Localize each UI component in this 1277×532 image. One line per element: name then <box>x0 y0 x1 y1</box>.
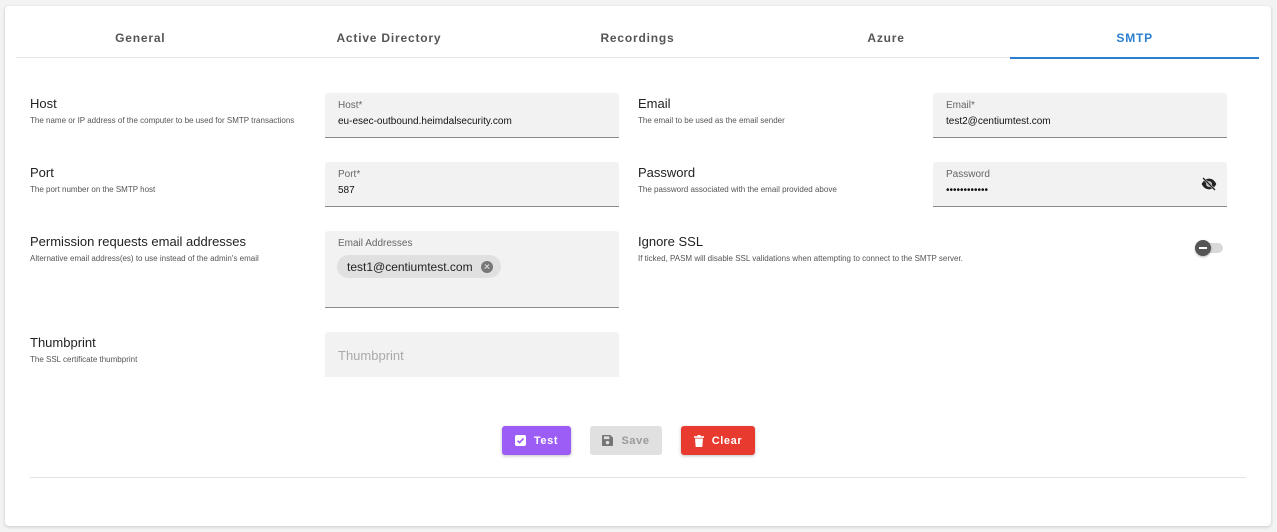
test-button[interactable]: Test <box>502 426 571 455</box>
chip-remove-icon[interactable] <box>480 260 493 273</box>
toggle-knob <box>1195 240 1211 256</box>
email-input[interactable]: test2@centiumtest.com <box>946 116 1051 127</box>
trash-icon <box>693 434 704 447</box>
clear-button-label: Clear <box>711 434 743 447</box>
save-button[interactable]: Save <box>590 426 662 455</box>
ignore-ssl-toggle[interactable] <box>1195 240 1225 256</box>
host-description: The name or IP address of the computer t… <box>30 116 295 125</box>
check-box-icon <box>514 435 526 446</box>
tab-recordings[interactable]: Recordings <box>513 18 762 58</box>
port-field[interactable]: Port* 587 <box>325 162 619 207</box>
port-description: The port number on the SMTP host <box>30 185 156 194</box>
permission-description: Alternative email address(es) to use ins… <box>30 254 259 263</box>
password-label-group: Password The password associated with th… <box>638 165 928 196</box>
thumbprint-input[interactable]: Thumbprint <box>338 348 404 363</box>
email-description: The email to be used as the email sender <box>638 116 785 125</box>
password-field[interactable]: Password •••••••••••• <box>933 162 1227 207</box>
thumbprint-title: Thumbprint <box>30 335 96 350</box>
save-button-label: Save <box>621 434 650 447</box>
email-title: Email <box>638 96 671 111</box>
port-field-label: Port* <box>338 169 361 180</box>
email-field-label: Email* <box>946 100 975 111</box>
thumbprint-field[interactable]: Thumbprint <box>325 332 619 377</box>
host-label-group: Host The name or IP address of the compu… <box>30 96 300 127</box>
ignore-ssl-title: Ignore SSL <box>638 234 704 249</box>
test-button-label: Test <box>533 434 559 447</box>
email-chip-label: test1@centiumtest.com <box>347 259 473 274</box>
tab-general[interactable]: General <box>16 18 265 58</box>
password-input[interactable]: •••••••••••• <box>946 185 988 196</box>
host-title: Host <box>30 96 57 111</box>
port-label-group: Port The port number on the SMTP host <box>30 165 300 196</box>
tab-smtp[interactable]: SMTP <box>1010 18 1259 59</box>
footer-divider <box>30 477 1246 478</box>
host-input[interactable]: eu-esec-outbound.heimdalsecurity.com <box>338 116 512 127</box>
port-title: Port <box>30 165 54 180</box>
email-addresses-field-label: Email Addresses <box>338 238 413 249</box>
email-field[interactable]: Email* test2@centiumtest.com <box>933 93 1227 138</box>
ignore-ssl-label-group: Ignore SSL If ticked, PASM will disable … <box>638 234 1058 265</box>
clear-button[interactable]: Clear <box>681 426 755 455</box>
email-label-group: Email The email to be used as the email … <box>638 96 908 127</box>
ignore-ssl-description: If ticked, PASM will disable SSL validat… <box>638 254 963 263</box>
tab-azure[interactable]: Azure <box>762 18 1011 58</box>
password-title: Password <box>638 165 696 180</box>
host-field[interactable]: Host* eu-esec-outbound.heimdalsecurity.c… <box>325 93 619 138</box>
port-input[interactable]: 587 <box>338 185 355 196</box>
tab-active-directory[interactable]: Active Directory <box>265 18 514 58</box>
permission-label-group: Permission requests email addresses Alte… <box>30 234 310 265</box>
save-icon <box>602 435 614 446</box>
eye-off-icon[interactable] <box>1201 177 1217 191</box>
email-addresses-field[interactable]: Email Addresses test1@centiumtest.com <box>325 231 619 308</box>
password-field-label: Password <box>946 169 990 180</box>
permission-title: Permission requests email addresses <box>30 234 247 249</box>
password-description: The password associated with the email p… <box>638 185 837 194</box>
thumbprint-label-group: Thumbprint The SSL certificate thumbprin… <box>30 335 300 366</box>
thumbprint-description: The SSL certificate thumbprint <box>30 355 138 364</box>
host-field-label: Host* <box>338 100 363 111</box>
settings-tabs: General Active Directory Recordings Azur… <box>16 18 1259 59</box>
email-chip[interactable]: test1@centiumtest.com <box>337 255 501 278</box>
